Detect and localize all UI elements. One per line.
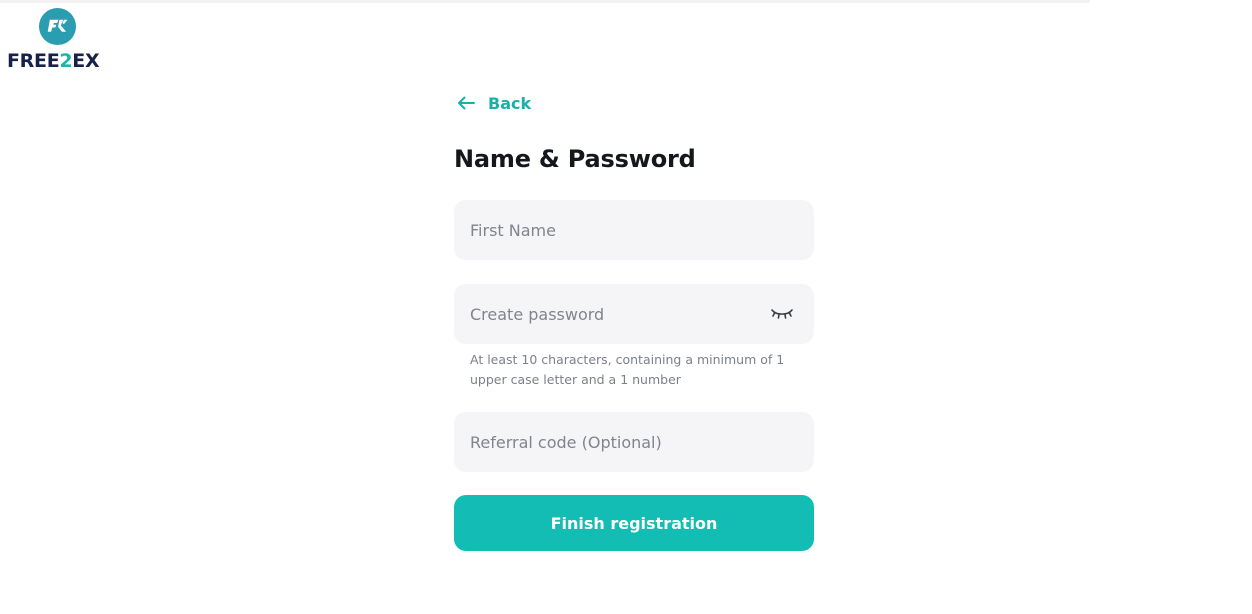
- password-input[interactable]: [470, 304, 798, 324]
- finish-registration-button[interactable]: Finish registration: [454, 495, 814, 551]
- page-title: Name & Password: [454, 145, 696, 173]
- logo-mark-icon: [39, 8, 76, 45]
- referral-field[interactable]: [454, 412, 814, 472]
- logo-wordmark-prefix: FREE: [7, 50, 60, 72]
- back-label: Back: [488, 93, 532, 113]
- password-field[interactable]: [454, 284, 814, 344]
- password-hint: At least 10 characters, containing a min…: [470, 352, 785, 387]
- arrow-left-icon: [458, 96, 475, 110]
- first-name-input[interactable]: [470, 220, 798, 240]
- top-divider: [0, 0, 1090, 3]
- logo-wordmark-suffix: EX: [72, 50, 100, 72]
- back-link[interactable]: Back: [454, 88, 814, 118]
- logo-wordmark-digit: 2: [59, 50, 73, 72]
- first-name-field[interactable]: [454, 200, 814, 260]
- registration-form: Back Name & Password At least 10 charact…: [454, 88, 814, 551]
- logo-wordmark: FREE2EX: [7, 50, 100, 72]
- brand-logo[interactable]: FREE2EX: [7, 8, 109, 74]
- referral-code-input[interactable]: [470, 432, 798, 452]
- eye-closed-icon[interactable]: [770, 307, 794, 321]
